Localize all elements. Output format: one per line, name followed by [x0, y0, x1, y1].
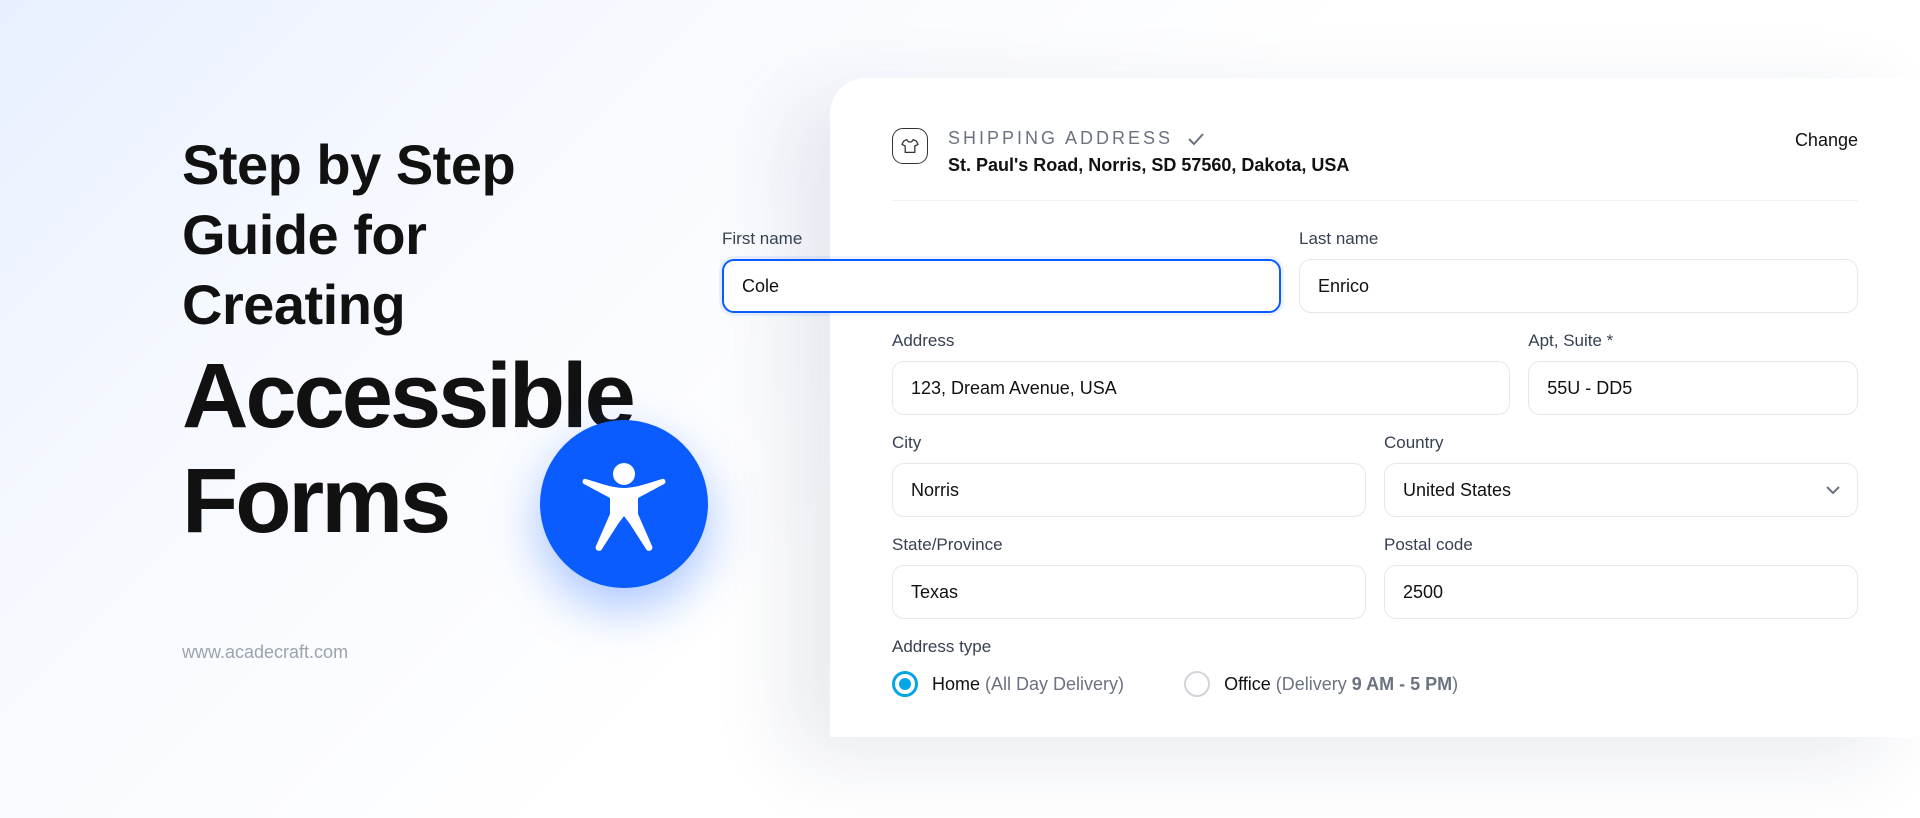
headline-line-1: Step by Step	[182, 130, 660, 200]
radio-icon-selected	[892, 671, 918, 697]
radio-home-name: Home	[932, 674, 980, 694]
hero-section: Step by Step Guide for Creating Accessib…	[0, 0, 720, 818]
country-select[interactable]	[1384, 463, 1858, 517]
city-input[interactable]	[892, 463, 1366, 517]
first-name-input[interactable]	[722, 259, 1281, 313]
apt-label: Apt, Suite *	[1528, 331, 1858, 351]
city-label: City	[892, 433, 1366, 453]
address-input[interactable]	[892, 361, 1510, 415]
headline-line-2: Guide for Creating	[182, 200, 660, 340]
postal-input[interactable]	[1384, 565, 1858, 619]
website-url: www.acadecraft.com	[182, 642, 348, 663]
first-name-label: First name	[722, 229, 1281, 249]
shipping-form-card: SHIPPING ADDRESS St. Paul's Road, Norris…	[830, 78, 1920, 737]
shirt-icon	[892, 128, 928, 164]
shipping-summary: St. Paul's Road, Norris, SD 57560, Dakot…	[948, 155, 1775, 176]
shipping-title: SHIPPING ADDRESS	[948, 128, 1173, 149]
radio-home[interactable]: Home (All Day Delivery)	[892, 671, 1124, 697]
last-name-input[interactable]	[1299, 259, 1858, 313]
chevron-down-icon	[1826, 486, 1840, 494]
radio-icon-unselected	[1184, 671, 1210, 697]
accessibility-icon	[540, 420, 708, 588]
last-name-label: Last name	[1299, 229, 1858, 249]
radio-office-name: Office	[1224, 674, 1271, 694]
postal-label: Postal code	[1384, 535, 1858, 555]
radio-office[interactable]: Office (Delivery 9 AM - 5 PM)	[1184, 671, 1458, 697]
state-label: State/Province	[892, 535, 1366, 555]
check-icon	[1187, 132, 1205, 146]
change-link[interactable]: Change	[1795, 130, 1858, 151]
address-label: Address	[892, 331, 1510, 351]
form-header: SHIPPING ADDRESS St. Paul's Road, Norris…	[892, 128, 1858, 201]
apt-input[interactable]	[1528, 361, 1858, 415]
address-type-label: Address type	[892, 637, 1858, 657]
country-label: Country	[1384, 433, 1858, 453]
radio-home-meta: (All Day Delivery)	[985, 674, 1124, 694]
state-input[interactable]	[892, 565, 1366, 619]
